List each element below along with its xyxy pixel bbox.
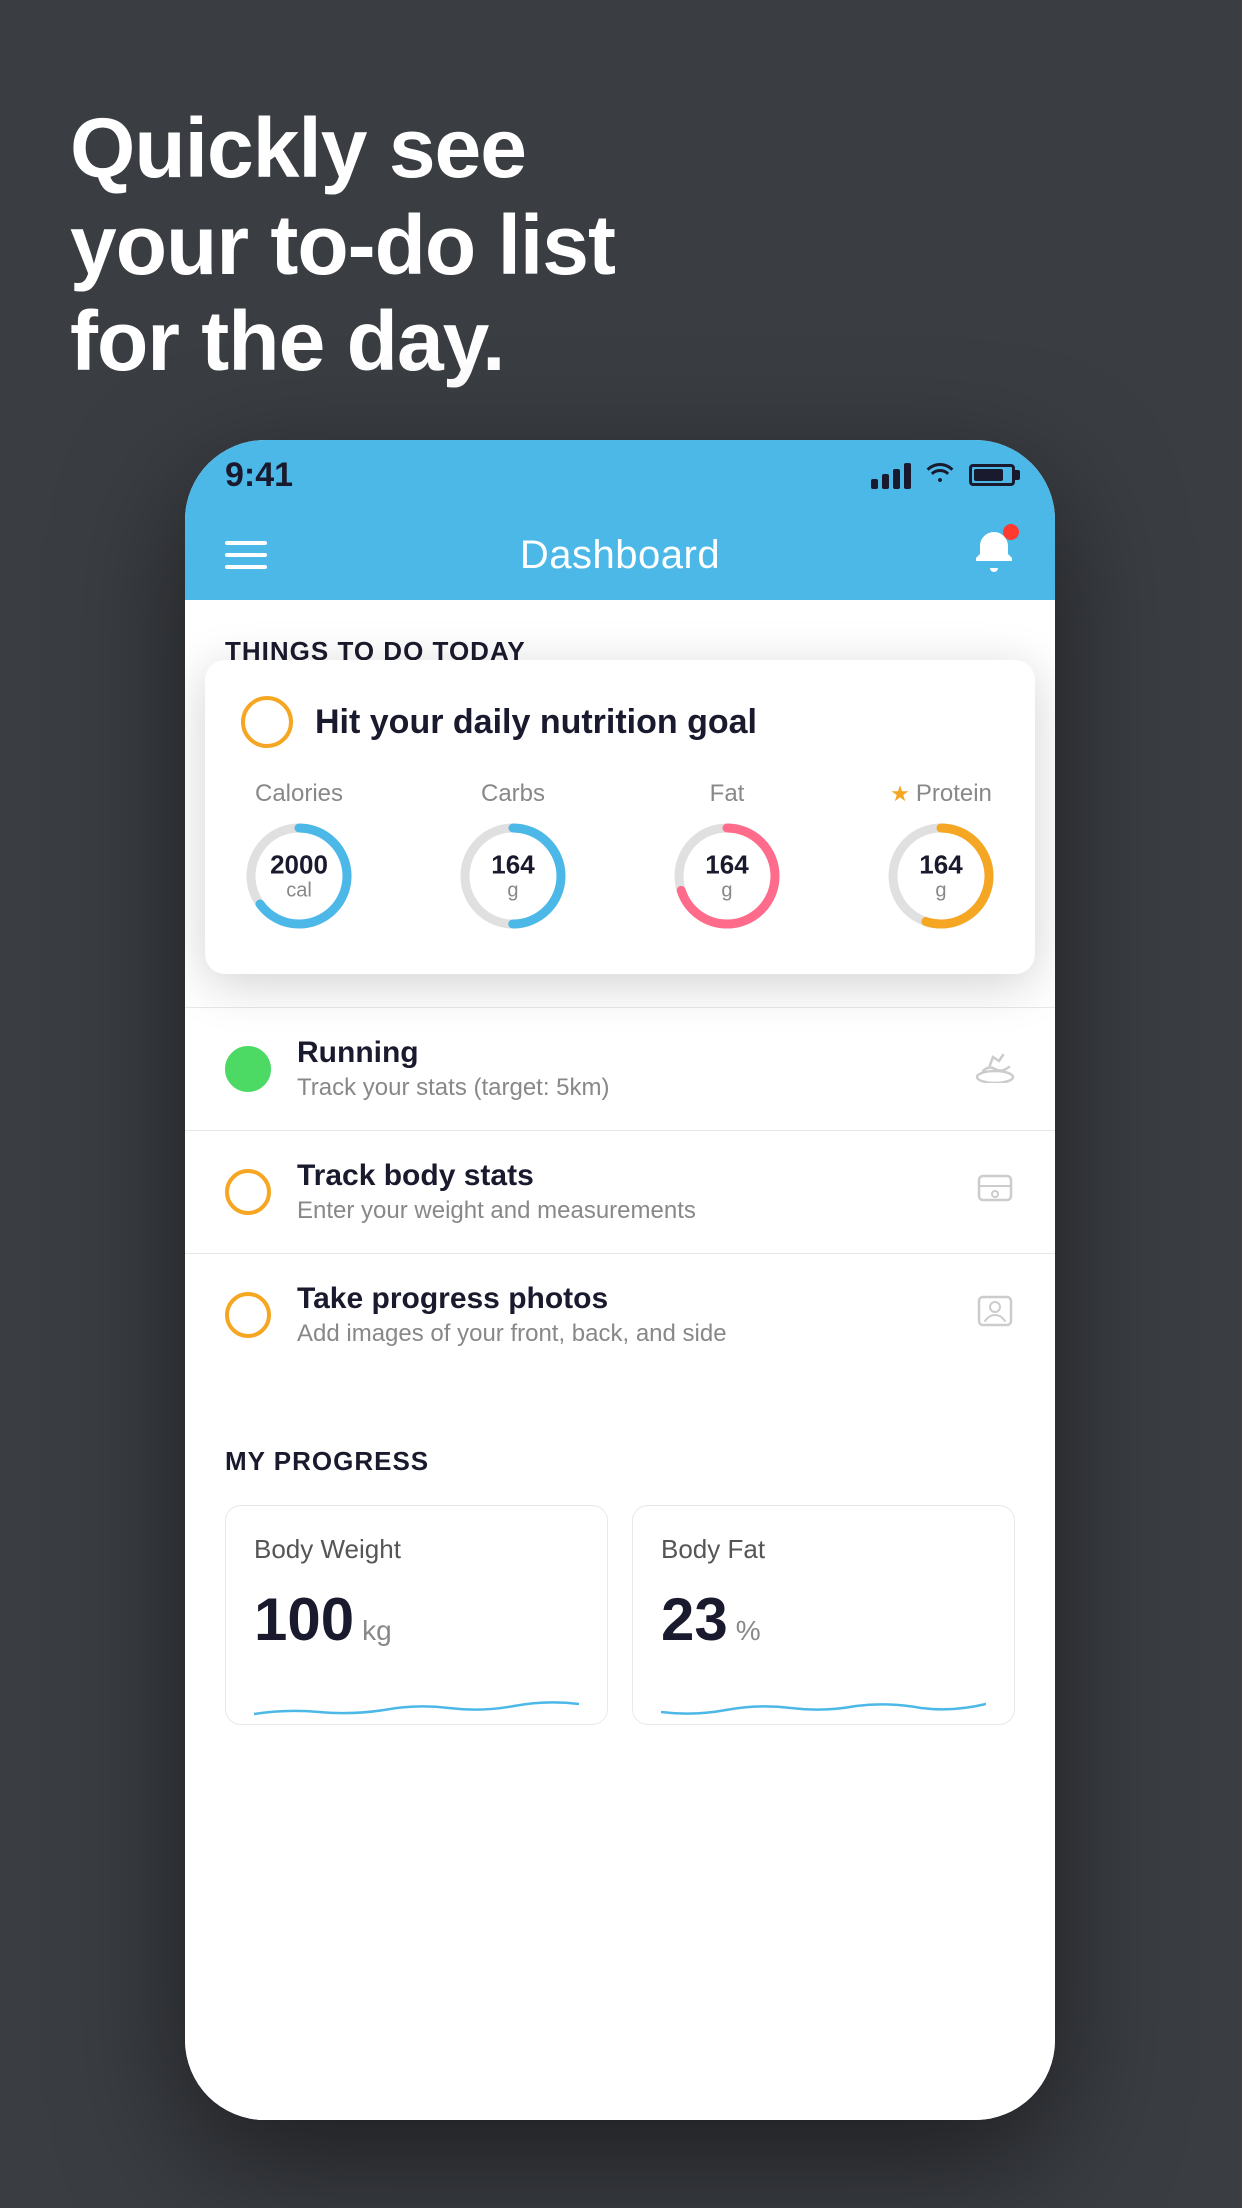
menu-button[interactable] xyxy=(225,541,267,569)
running-icon xyxy=(975,1047,1015,1092)
hamburger-line xyxy=(225,565,267,569)
header-title: Dashboard xyxy=(520,533,720,578)
todo-title-bodystats: Track body stats xyxy=(297,1159,949,1193)
carbs-unit: g xyxy=(491,879,534,901)
nutrition-card-title: Hit your daily nutrition goal xyxy=(315,703,757,742)
carbs-value: 164 xyxy=(491,851,534,880)
body-fat-label: Body Fat xyxy=(661,1534,986,1565)
fat-value: 164 xyxy=(705,851,748,880)
progress-cards: Body Weight 100 kg Body Fat 23 xyxy=(225,1505,1015,1725)
status-icons xyxy=(871,460,1015,491)
calories-unit: cal xyxy=(270,879,328,901)
body-weight-label: Body Weight xyxy=(254,1534,579,1565)
status-bar: 9:41 xyxy=(185,440,1055,510)
wifi-icon xyxy=(925,460,955,491)
battery-icon xyxy=(969,464,1015,486)
body-weight-value-row: 100 kg xyxy=(254,1585,579,1654)
todo-item-running[interactable]: Running Track your stats (target: 5km) xyxy=(185,1007,1055,1130)
scale-icon xyxy=(975,1170,1015,1215)
todo-subtitle-bodystats: Enter your weight and measurements xyxy=(297,1197,949,1225)
body-weight-number: 100 xyxy=(254,1585,354,1654)
todo-content-photos: Take progress photos Add images of your … xyxy=(297,1282,949,1348)
body-weight-chart xyxy=(254,1674,579,1724)
hamburger-line xyxy=(225,553,267,557)
fat-unit: g xyxy=(705,879,748,901)
task-check-circle[interactable] xyxy=(241,696,293,748)
nutrition-row: Calories 2000 cal Carbs xyxy=(241,780,999,934)
person-icon xyxy=(975,1293,1015,1338)
calories-value: 2000 xyxy=(270,851,328,880)
protein-label: ★ Protein xyxy=(890,780,992,808)
body-fat-chart xyxy=(661,1674,986,1724)
fat-label: Fat xyxy=(710,780,745,808)
todo-item-photos[interactable]: Take progress photos Add images of your … xyxy=(185,1253,1055,1376)
status-time: 9:41 xyxy=(225,456,293,495)
todo-list: Running Track your stats (target: 5km) T… xyxy=(185,1007,1055,1376)
app-body: THINGS TO DO TODAY Hit your daily nutrit… xyxy=(185,600,1055,2120)
todo-content-bodystats: Track body stats Enter your weight and m… xyxy=(297,1159,949,1225)
hamburger-line xyxy=(225,541,267,545)
todo-check-running[interactable] xyxy=(225,1046,271,1092)
body-fat-unit: % xyxy=(736,1615,761,1647)
signal-bars-icon xyxy=(871,461,911,489)
nutrition-protein: ★ Protein 164 g xyxy=(883,780,999,934)
todo-subtitle-running: Track your stats (target: 5km) xyxy=(297,1074,949,1102)
todo-content-running: Running Track your stats (target: 5km) xyxy=(297,1036,949,1102)
todo-title-photos: Take progress photos xyxy=(297,1282,949,1316)
headline: Quickly see your to-do list for the day. xyxy=(70,100,615,390)
todo-check-bodystats[interactable] xyxy=(225,1169,271,1215)
nutrition-carbs: Carbs 164 g xyxy=(455,780,571,934)
nutrition-calories: Calories 2000 cal xyxy=(241,780,357,934)
protein-value: 164 xyxy=(919,851,962,880)
app-header: Dashboard xyxy=(185,510,1055,600)
protein-unit: g xyxy=(919,879,962,901)
bell-icon xyxy=(973,534,1015,581)
todo-title-running: Running xyxy=(297,1036,949,1070)
notification-dot xyxy=(1003,524,1019,540)
progress-section: MY PROGRESS Body Weight 100 kg xyxy=(185,1406,1055,1755)
carbs-ring: 164 g xyxy=(455,818,571,934)
body-weight-unit: kg xyxy=(362,1615,392,1647)
body-fat-value-row: 23 % xyxy=(661,1585,986,1654)
todo-check-photos[interactable] xyxy=(225,1292,271,1338)
calories-ring: 2000 cal xyxy=(241,818,357,934)
calories-label: Calories xyxy=(255,780,343,808)
todo-item-bodystats[interactable]: Track body stats Enter your weight and m… xyxy=(185,1130,1055,1253)
nutrition-fat: Fat 164 g xyxy=(669,780,785,934)
fat-ring: 164 g xyxy=(669,818,785,934)
body-weight-card[interactable]: Body Weight 100 kg xyxy=(225,1505,608,1725)
body-fat-card[interactable]: Body Fat 23 % xyxy=(632,1505,1015,1725)
progress-section-title: MY PROGRESS xyxy=(225,1446,1015,1477)
nutrition-card: Hit your daily nutrition goal Calories 2… xyxy=(205,660,1035,974)
notification-button[interactable] xyxy=(973,528,1015,582)
bottom-fade xyxy=(185,2040,1055,2120)
star-icon: ★ xyxy=(890,781,910,807)
phone-frame: 9:41 Da xyxy=(185,440,1055,2120)
body-fat-number: 23 xyxy=(661,1585,728,1654)
todo-subtitle-photos: Add images of your front, back, and side xyxy=(297,1320,949,1348)
carbs-label: Carbs xyxy=(481,780,545,808)
protein-ring: 164 g xyxy=(883,818,999,934)
